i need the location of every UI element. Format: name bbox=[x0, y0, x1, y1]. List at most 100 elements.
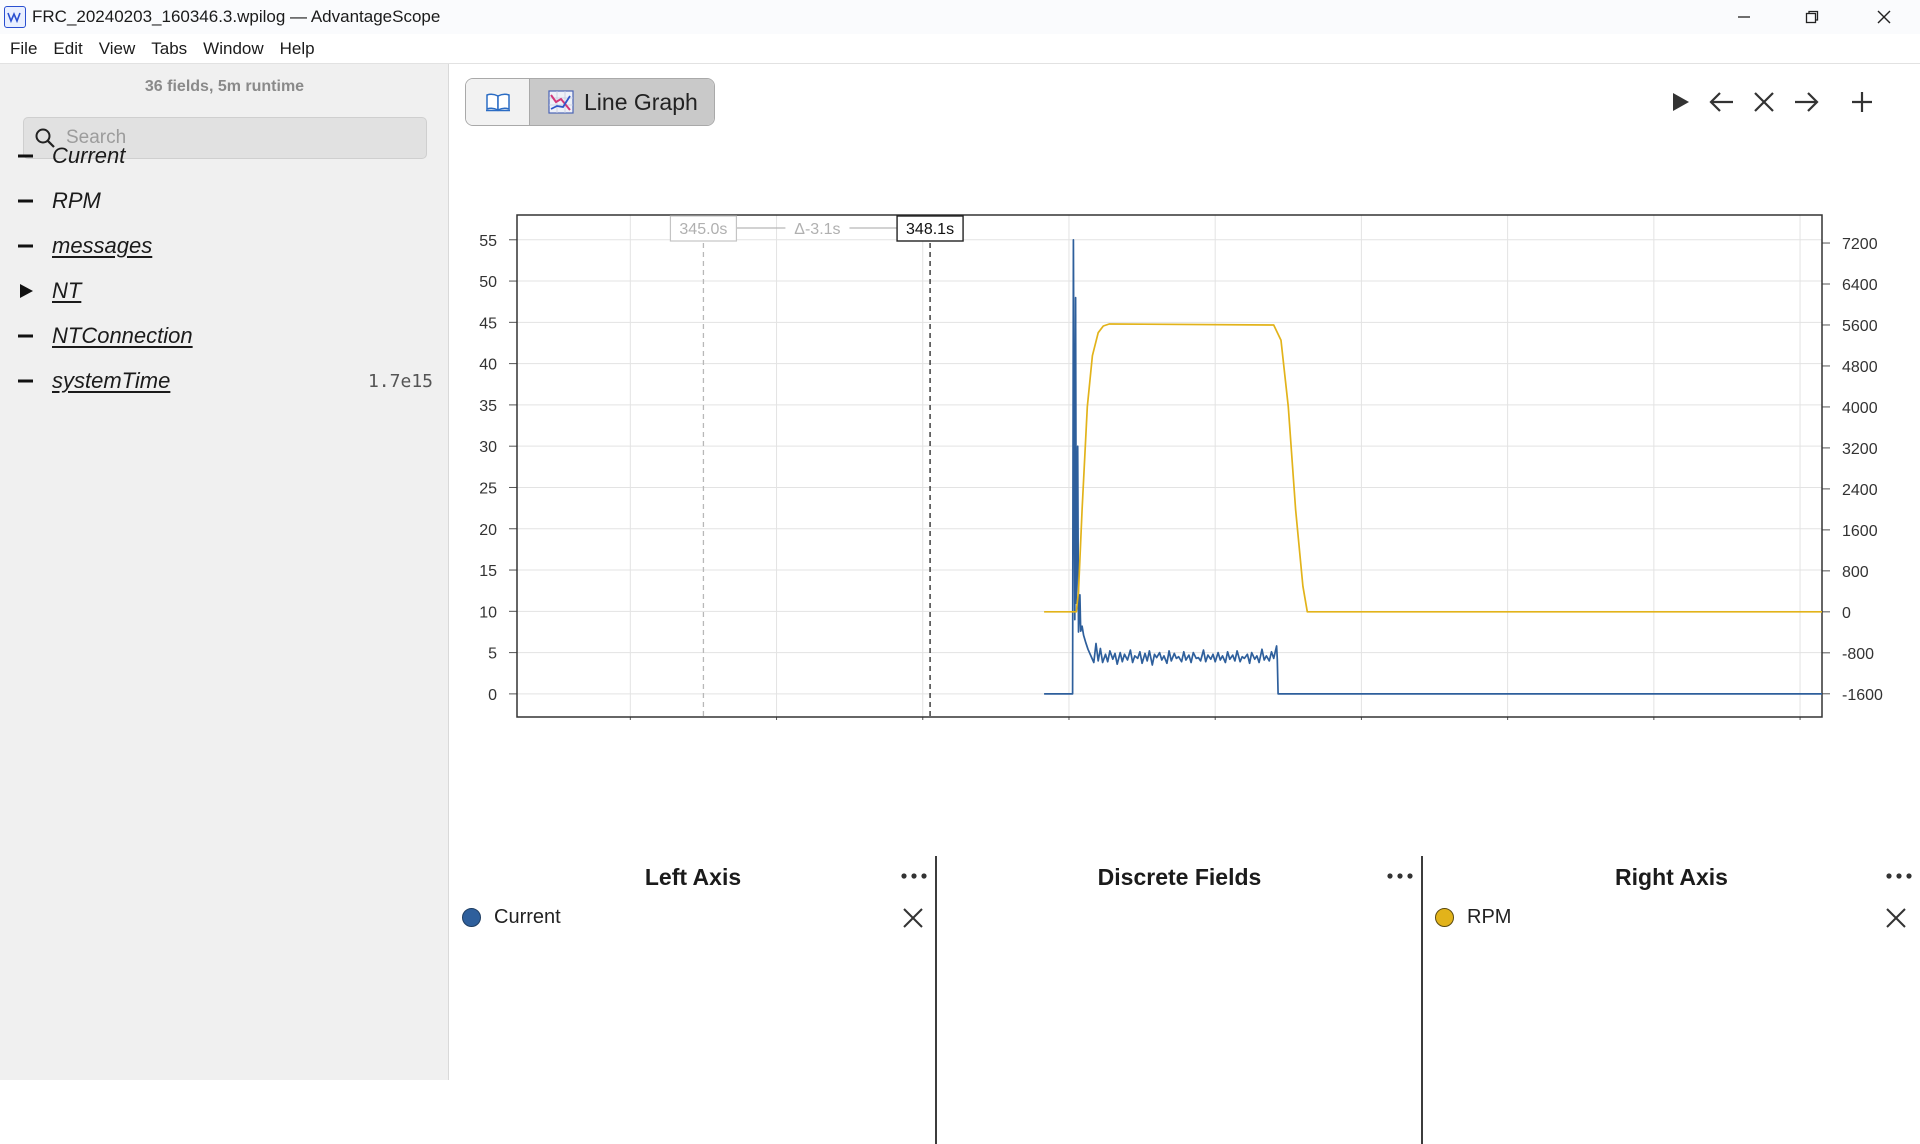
field-name: Current bbox=[52, 143, 126, 168]
close-icon bbox=[903, 908, 923, 928]
menu-bar: File Edit View Tabs Window Help bbox=[0, 34, 1920, 64]
add-tab-button[interactable] bbox=[1844, 84, 1880, 120]
right-axis-tick-label: 800 bbox=[1842, 564, 1869, 581]
left-axis-tick-label: 30 bbox=[479, 439, 497, 456]
previous-tab-button[interactable] bbox=[1704, 84, 1740, 120]
tab-documentation[interactable] bbox=[466, 79, 530, 125]
field-row-ntconnection[interactable]: NTConnection bbox=[0, 318, 449, 354]
close-tab-button[interactable] bbox=[1746, 84, 1782, 120]
field-row-systemtime[interactable]: systemTime 1.7e15 bbox=[0, 363, 449, 399]
ellipsis-icon bbox=[901, 873, 927, 879]
tab-line-graph[interactable]: Line Graph bbox=[530, 79, 714, 125]
discrete-fields-menu-button[interactable] bbox=[1384, 866, 1416, 886]
discrete-fields-panel: Discrete Fields bbox=[937, 792, 1422, 1080]
dash-icon bbox=[0, 243, 52, 249]
close-icon bbox=[1754, 92, 1774, 112]
left-axis-tick-label: 15 bbox=[479, 563, 497, 580]
right-axis-tick-label: 4000 bbox=[1842, 400, 1878, 417]
right-axis-tick-label: 1600 bbox=[1842, 523, 1878, 540]
right-axis-tick-label: -800 bbox=[1842, 646, 1874, 663]
left-axis-title: Left Axis bbox=[644, 864, 742, 890]
discrete-fields-title: Discrete Fields bbox=[1097, 864, 1262, 890]
right-axis-tick-label: 3200 bbox=[1842, 441, 1878, 458]
cursor-label-end: 348.1s bbox=[906, 221, 954, 238]
right-axis-tick-label: 4800 bbox=[1842, 359, 1878, 376]
series-label: RPM bbox=[1467, 905, 1512, 928]
right-axis-menu-button[interactable] bbox=[1883, 866, 1915, 886]
play-button[interactable] bbox=[1662, 84, 1698, 120]
left-axis-tick-label: 55 bbox=[479, 233, 497, 250]
menu-view[interactable]: View bbox=[91, 39, 144, 59]
field-value: 1.7e15 bbox=[367, 370, 433, 392]
remove-series-button[interactable] bbox=[1883, 905, 1909, 931]
window-close-button[interactable] bbox=[1856, 0, 1912, 34]
cursor-delta-label: Δ-3.1s bbox=[794, 221, 840, 238]
left-axis-tick-label: 5 bbox=[488, 646, 497, 663]
tab-line-graph-label: Line Graph bbox=[584, 88, 698, 115]
field-row-current[interactable]: Current bbox=[0, 138, 449, 174]
expand-triangle-icon[interactable] bbox=[0, 283, 52, 299]
right-axis-entry-rpm[interactable]: RPM bbox=[1435, 900, 1511, 934]
right-axis-title: Right Axis bbox=[1615, 864, 1728, 890]
minimize-button[interactable] bbox=[1716, 0, 1772, 34]
series-label: Current bbox=[494, 905, 561, 928]
sidebar: 36 fields, 5m runtime Current RPM messages… bbox=[0, 64, 449, 1080]
field-name: NT bbox=[52, 278, 82, 303]
left-axis-tick-label: 50 bbox=[479, 274, 497, 291]
field-row-rpm[interactable]: RPM bbox=[0, 183, 449, 219]
menu-tabs[interactable]: Tabs bbox=[143, 39, 195, 59]
next-tab-button[interactable] bbox=[1788, 84, 1824, 120]
restore-button[interactable] bbox=[1784, 0, 1840, 34]
left-axis-entry-current[interactable]: Current bbox=[462, 900, 561, 934]
line-graph[interactable]: 0 5 10 15 20 25 30 35 40 45 50 55 -1600 -800 0 800 1600 2… bbox=[450, 140, 1920, 720]
left-axis-tick-label: 45 bbox=[479, 315, 497, 332]
close-icon bbox=[1886, 908, 1906, 928]
main-area: Line Graph 0 5 10 15 20 25 30 35 40 45 50 55 -1600 -8… bbox=[450, 64, 1920, 1144]
left-axis-panel: Left Axis Current bbox=[450, 792, 936, 1080]
axis-panels: Left Axis Current Discrete Fields Right … bbox=[450, 792, 1920, 1144]
left-axis-tick-label: 20 bbox=[479, 522, 497, 539]
plot-area bbox=[517, 215, 1822, 717]
play-icon bbox=[1673, 93, 1689, 111]
left-axis-tick-label: 35 bbox=[479, 398, 497, 415]
remove-series-button[interactable] bbox=[900, 905, 926, 931]
dash-icon bbox=[0, 198, 52, 204]
ellipsis-icon bbox=[1886, 873, 1912, 879]
menu-window[interactable]: Window bbox=[195, 39, 271, 59]
left-axis-tick-label: 10 bbox=[479, 604, 497, 621]
line-graph-icon bbox=[548, 90, 574, 114]
tab-bar: Line Graph bbox=[465, 78, 715, 126]
dash-icon bbox=[0, 333, 52, 339]
series-color-dot[interactable] bbox=[462, 907, 481, 927]
field-name: systemTime bbox=[52, 368, 171, 393]
field-summary: 36 fields, 5m runtime bbox=[144, 78, 305, 95]
right-axis-tick-label: -1600 bbox=[1842, 687, 1883, 704]
book-icon bbox=[485, 93, 510, 112]
left-axis-tick-label: 40 bbox=[479, 357, 497, 374]
plus-icon bbox=[1852, 92, 1872, 112]
field-name: messages bbox=[52, 233, 153, 258]
right-axis-tick-label: 2400 bbox=[1842, 482, 1878, 499]
window-title: FRC_20240203_160346.3.wpilog — Advantage… bbox=[32, 7, 441, 26]
title-bar: FRC_20240203_160346.3.wpilog — Advantage… bbox=[0, 0, 1920, 34]
right-axis-tick-label: 0 bbox=[1842, 605, 1851, 622]
dash-icon bbox=[0, 153, 52, 159]
field-row-nt[interactable]: NT bbox=[0, 273, 449, 309]
right-axis-tick-label: 7200 bbox=[1842, 236, 1878, 253]
dash-icon bbox=[0, 378, 52, 384]
right-axis-panel: Right Axis RPM bbox=[1423, 792, 1920, 1080]
menu-edit[interactable]: Edit bbox=[45, 39, 90, 59]
left-axis-tick-label: 0 bbox=[488, 687, 497, 704]
field-name: RPM bbox=[52, 188, 101, 213]
series-color-dot[interactable] bbox=[1435, 907, 1454, 927]
cursor-label-start: 345.0s bbox=[679, 221, 727, 238]
arrow-left-icon bbox=[1709, 92, 1733, 112]
right-axis-tick-label: 6400 bbox=[1842, 277, 1878, 294]
left-axis-menu-button[interactable] bbox=[898, 866, 930, 886]
menu-file[interactable]: File bbox=[2, 39, 45, 59]
menu-help[interactable]: Help bbox=[272, 39, 323, 59]
left-axis-tick-label: 25 bbox=[479, 480, 497, 497]
field-row-messages[interactable]: messages bbox=[0, 228, 449, 264]
field-name: NTConnection bbox=[52, 323, 193, 348]
right-axis-tick-label: 5600 bbox=[1842, 318, 1878, 335]
